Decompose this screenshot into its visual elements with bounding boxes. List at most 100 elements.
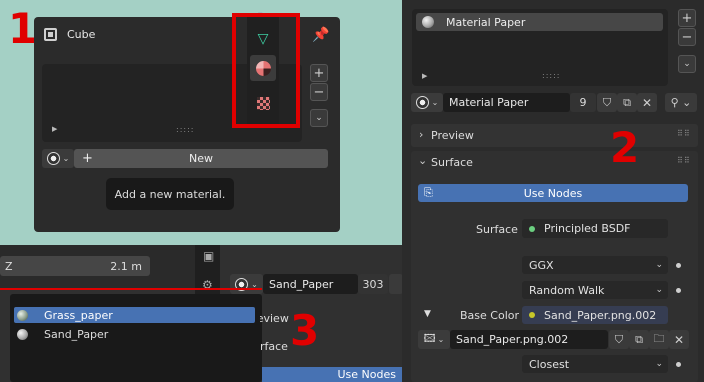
use-nodes-button[interactable]: ⎘ Use Nodes — [418, 184, 688, 202]
object-name: Cube — [67, 28, 96, 41]
unlink-button[interactable]: ✕ — [637, 93, 657, 112]
tooltip: Add a new material. — [106, 178, 234, 210]
distribution-value: GGX — [529, 258, 554, 272]
chevron-down-icon: ⌄ — [655, 260, 663, 270]
list-resize-handle[interactable]: ::::: — [176, 125, 194, 134]
close-icon: ✕ — [641, 95, 653, 110]
remove-slot-button[interactable]: − — [310, 83, 328, 101]
material-name: Sand_Paper — [269, 277, 334, 291]
list-resize-handle[interactable]: ::::: — [542, 71, 560, 80]
folder-icon: 🗀 — [653, 332, 665, 345]
surface-shader-field[interactable]: Principled BSDF — [522, 219, 668, 238]
animate-dot[interactable] — [676, 362, 681, 367]
annotation-number-1: 1 — [8, 4, 38, 53]
link-dropdown-button[interactable]: ⚲ ⌄ — [665, 93, 697, 112]
browse-material-button-3[interactable]: ⌄ — [411, 93, 443, 112]
use-nodes-label: Use Nodes — [337, 368, 397, 381]
annotation-number-3: 3 — [290, 306, 320, 355]
list-expand-icon[interactable]: ▶ — [422, 72, 427, 80]
chevron-down-icon: ⌄ — [62, 154, 70, 163]
shader-socket-icon — [529, 225, 535, 232]
drag-handle-icon[interactable]: ⠿⠿ — [677, 156, 691, 165]
surface-panel-header[interactable]: ⌄ Surface ⠿⠿ — [411, 151, 698, 174]
list-item-label: Grass_paper — [44, 308, 113, 322]
object-mesh-icon — [44, 28, 57, 41]
list-item[interactable]: Sand_Paper — [14, 326, 255, 342]
surface-shader: Principled BSDF — [544, 222, 631, 235]
new-material-button[interactable]: + New — [74, 149, 328, 168]
interpolation-dropdown[interactable]: Closest ⌄ — [522, 355, 668, 373]
user-count: 9 — [579, 96, 587, 109]
chevron-down-icon: ⌄ — [437, 335, 445, 344]
duplicate-button[interactable]: ⧉ — [629, 330, 649, 349]
tooltip-text: Add a new material. — [114, 187, 226, 201]
chevron-down-icon: ⌄ — [418, 154, 428, 167]
material-sphere-icon — [415, 96, 429, 109]
shield-icon: ⛉ — [602, 95, 612, 109]
list-item-label: Sand_Paper — [44, 327, 109, 341]
material-preview-icon — [422, 16, 434, 28]
user-count: 303 — [362, 277, 384, 291]
surface-label: Surface — [431, 156, 473, 169]
slot-specials-button[interactable]: ⌄ — [310, 109, 328, 127]
material-name: Material Paper — [449, 96, 529, 109]
chevron-down-icon: ⌄ — [655, 285, 663, 295]
fake-user-button-2[interactable] — [389, 274, 403, 294]
material-preview-icon — [17, 309, 28, 321]
image-tab-icon[interactable]: ▣ — [203, 249, 214, 263]
use-nodes-button-2[interactable]: Use Nodes — [262, 367, 402, 382]
material-name-field[interactable]: Material Paper — [443, 93, 570, 112]
animate-dot[interactable] — [676, 263, 681, 268]
user-count-field[interactable]: 9 — [570, 93, 596, 112]
user-count-field-2[interactable]: 303 — [358, 274, 388, 294]
slot-specials-button[interactable]: ⌄ — [678, 55, 696, 73]
open-image-button[interactable]: 🗀 — [649, 330, 669, 349]
list-expand-icon[interactable]: ▶ — [52, 125, 57, 133]
fake-user-button[interactable]: ⛉ — [609, 330, 629, 349]
slot-list[interactable]: Material Paper ▶ ::::: — [412, 9, 668, 86]
remove-slot-button[interactable]: − — [678, 28, 696, 46]
copy-icon: ⧉ — [635, 332, 643, 346]
base-color-label: Base Color — [460, 309, 520, 322]
preview-panel[interactable]: › Preview ⠿⠿ — [411, 124, 698, 147]
highlight-box-1 — [232, 13, 300, 128]
unlink-button[interactable]: ✕ — [669, 330, 689, 349]
browse-material-button-2[interactable]: ⌄ — [230, 274, 263, 294]
material-name-field-2[interactable]: Sand_Paper — [263, 274, 358, 294]
image-icon: 🖾 — [423, 332, 436, 345]
z-location-field[interactable]: Z 2.1 m — [0, 256, 150, 276]
surface-prop-label: Surface — [476, 223, 518, 236]
browse-material-button[interactable]: ⌄ — [42, 149, 74, 168]
list-item[interactable]: Material Paper — [416, 13, 663, 31]
subsurface-value: Random Walk — [529, 283, 605, 297]
base-color-link-field[interactable]: Sand_Paper.png.002 — [522, 306, 668, 324]
pin-icon[interactable]: 📌 — [312, 27, 329, 43]
material-sphere-icon — [46, 152, 60, 165]
chevron-down-icon: ⌄ — [431, 98, 439, 107]
list-item[interactable]: Grass_paper — [14, 307, 255, 323]
object-header: Cube — [44, 28, 95, 41]
browse-image-button[interactable]: 🖾 ⌄ — [418, 330, 450, 349]
distribution-dropdown[interactable]: GGX ⌄ — [522, 256, 668, 274]
add-slot-button[interactable]: + — [310, 64, 328, 82]
expand-base-color-icon[interactable]: ▼ — [424, 309, 431, 319]
fake-user-button[interactable]: ⛉ — [597, 93, 617, 112]
base-color-value: Sand_Paper.png.002 — [544, 308, 657, 322]
new-label: New — [189, 152, 213, 165]
duplicate-button[interactable]: ⧉ — [617, 93, 637, 112]
copy-icon: ⧉ — [623, 95, 631, 109]
slot-item-label: Material Paper — [446, 15, 526, 29]
image-name-field[interactable]: Sand_Paper.png.002 — [450, 330, 608, 349]
subsurface-method-dropdown[interactable]: Random Walk ⌄ — [522, 281, 668, 299]
chevron-right-icon: › — [419, 128, 424, 141]
drag-handle-icon[interactable]: ⠿⠿ — [677, 129, 691, 138]
z-label: Z — [5, 259, 13, 273]
z-value: 2.1 m — [110, 259, 142, 273]
shield-icon: ⛉ — [614, 332, 624, 346]
animate-dot[interactable] — [676, 288, 681, 293]
node-link-icon: ⚲ ⌄ — [670, 96, 692, 109]
add-slot-button[interactable]: + — [678, 9, 696, 27]
interpolation-value: Closest — [529, 357, 570, 371]
material-preview-icon — [17, 328, 28, 340]
annotation-number-2: 2 — [610, 123, 640, 172]
